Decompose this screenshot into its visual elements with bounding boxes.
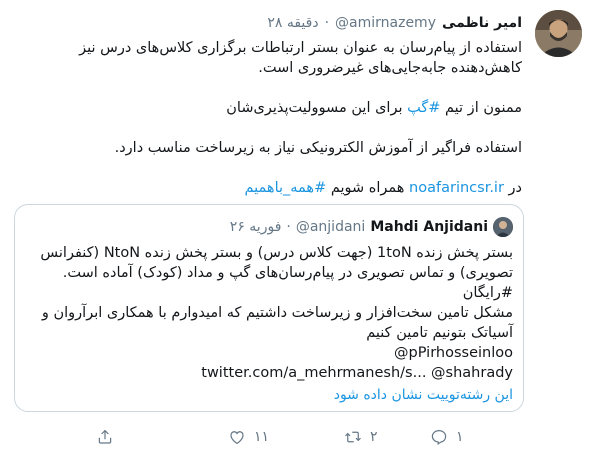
quoted-mention: @pPirhosseinloo [394,345,513,361]
quoted-avatar [493,217,513,237]
tweet-timestamp[interactable]: ۲۸ دقیقه [267,15,318,31]
reply-button[interactable]: ۱ [430,424,464,450]
tweet-paragraph: استفاده از پیام‌رسان به عنوان بستر ارتبا… [79,40,522,76]
retweet-icon [345,431,361,443]
paragraph-text: برای این مسوولیت‌پذیری‌شان [226,100,408,116]
author-name[interactable]: امیر ناظمی [442,15,522,31]
tweet-paragraph: در noafarincsr.ir همراه شویم #همه_باهمیم [32,178,522,198]
action-bar: ۱ ۲ ۱۱ [0,424,594,450]
paragraph-text: در [503,180,522,196]
share-icon [98,429,112,444]
tweet-text: استفاده از پیام‌رسان به عنوان بستر ارتبا… [32,38,522,198]
quoted-author-name[interactable]: Mahdi Anjidani [370,219,488,235]
quoted-header: Mahdi Anjidani @anjidani · ۲۶ فوریه [230,217,513,237]
quoted-link-line: twitter.com/a_mehrmanesh/s... @shahrady [201,365,513,381]
quoted-avatar-photo [493,217,513,237]
quoted-author-handle[interactable]: @anjidani [296,219,365,235]
separator-dot: · [286,219,291,235]
reply-icon [431,430,447,445]
url-link[interactable]: noafarincsr.ir [409,180,504,196]
avatar[interactable] [535,10,582,57]
tweet-paragraph: استفاده فراگیر از آموزش الکترونیکی نیاز … [114,140,522,156]
hashtag-link[interactable]: #گپ [407,100,440,116]
reply-count: ۱ [456,429,464,445]
quoted-text: بستر پخش زنده 1toN (جهت کلاس درس) و بستر… [25,243,513,383]
quoted-line: مشکل تامین سخت‌افزار و زیرساخت داشتیم که… [41,305,513,341]
tweet-card: امیر ناظمی @amirnazemy · ۲۸ دقیقه استفاد… [0,0,594,451]
tweet-header: امیر ناظمی @amirnazemy · ۲۸ دقیقه [267,13,522,33]
paragraph-text: همراه شویم [326,180,410,196]
separator-dot: · [324,15,330,31]
quoted-line: بستر پخش زنده 1toN (جهت کلاس درس) و بستر… [40,245,513,301]
like-button[interactable]: ۱۱ [228,424,269,450]
tweet-paragraph: ممنون از تیم #گپ برای این مسوولیت‌پذیری‌… [32,98,522,118]
retweet-button[interactable]: ۲ [344,424,378,450]
show-thread-link[interactable]: این رشته‌توییت نشان داده شود [334,387,513,403]
like-count: ۱۱ [254,429,270,445]
hashtag-link[interactable]: #همه_باهمیم [245,180,327,196]
retweet-count: ۲ [370,429,378,445]
quoted-tweet[interactable]: Mahdi Anjidani @anjidani · ۲۶ فوریه بستر… [14,204,524,412]
author-handle[interactable]: @amirnazemy [335,15,436,31]
quoted-date[interactable]: ۲۶ فوریه [230,219,282,235]
paragraph-text: ممنون از تیم [440,100,522,116]
share-button[interactable] [96,424,122,450]
heart-icon [230,431,244,445]
avatar-photo [535,10,582,57]
